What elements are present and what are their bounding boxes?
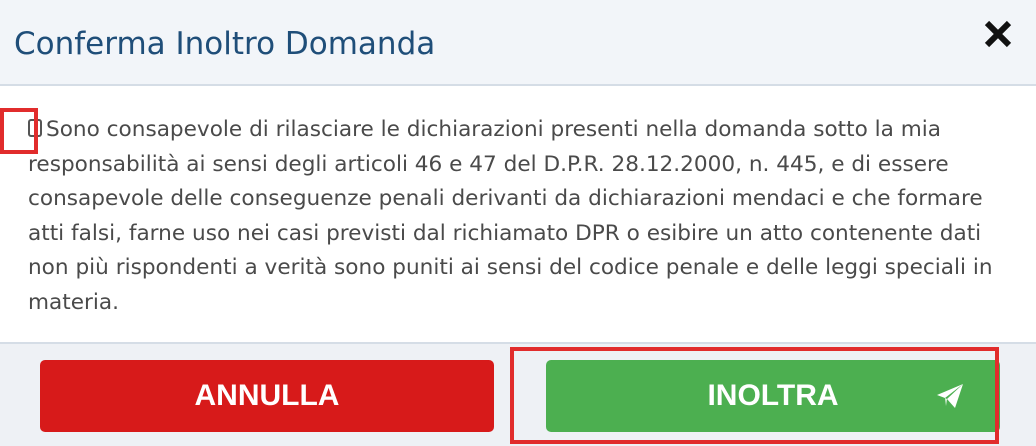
declaration-paragraph: Sono consapevole di rilasciare le dichia… (28, 113, 1023, 320)
submit-button[interactable]: INOLTRA (546, 360, 1000, 432)
close-icon (984, 20, 1012, 48)
dialog-footer: ANNULLA INOLTRA (0, 342, 1036, 446)
declaration-text: Sono consapevole di rilasciare le dichia… (28, 117, 993, 315)
dialog-body: Sono consapevole di rilasciare le dichia… (0, 86, 1036, 342)
dialog-title: Conferma Inoltro Domanda (14, 26, 436, 62)
declaration-checkbox[interactable] (28, 119, 42, 137)
dialog-header: Conferma Inoltro Domanda (0, 0, 1036, 86)
cancel-button[interactable]: ANNULLA (40, 360, 494, 432)
submit-button-label: INOLTRA (707, 379, 839, 412)
cancel-button-label: ANNULLA (194, 379, 340, 412)
paper-plane-icon (937, 384, 963, 408)
confirm-dialog: Conferma Inoltro Domanda Sono consapevol… (0, 0, 1036, 446)
close-button[interactable] (982, 14, 1014, 54)
